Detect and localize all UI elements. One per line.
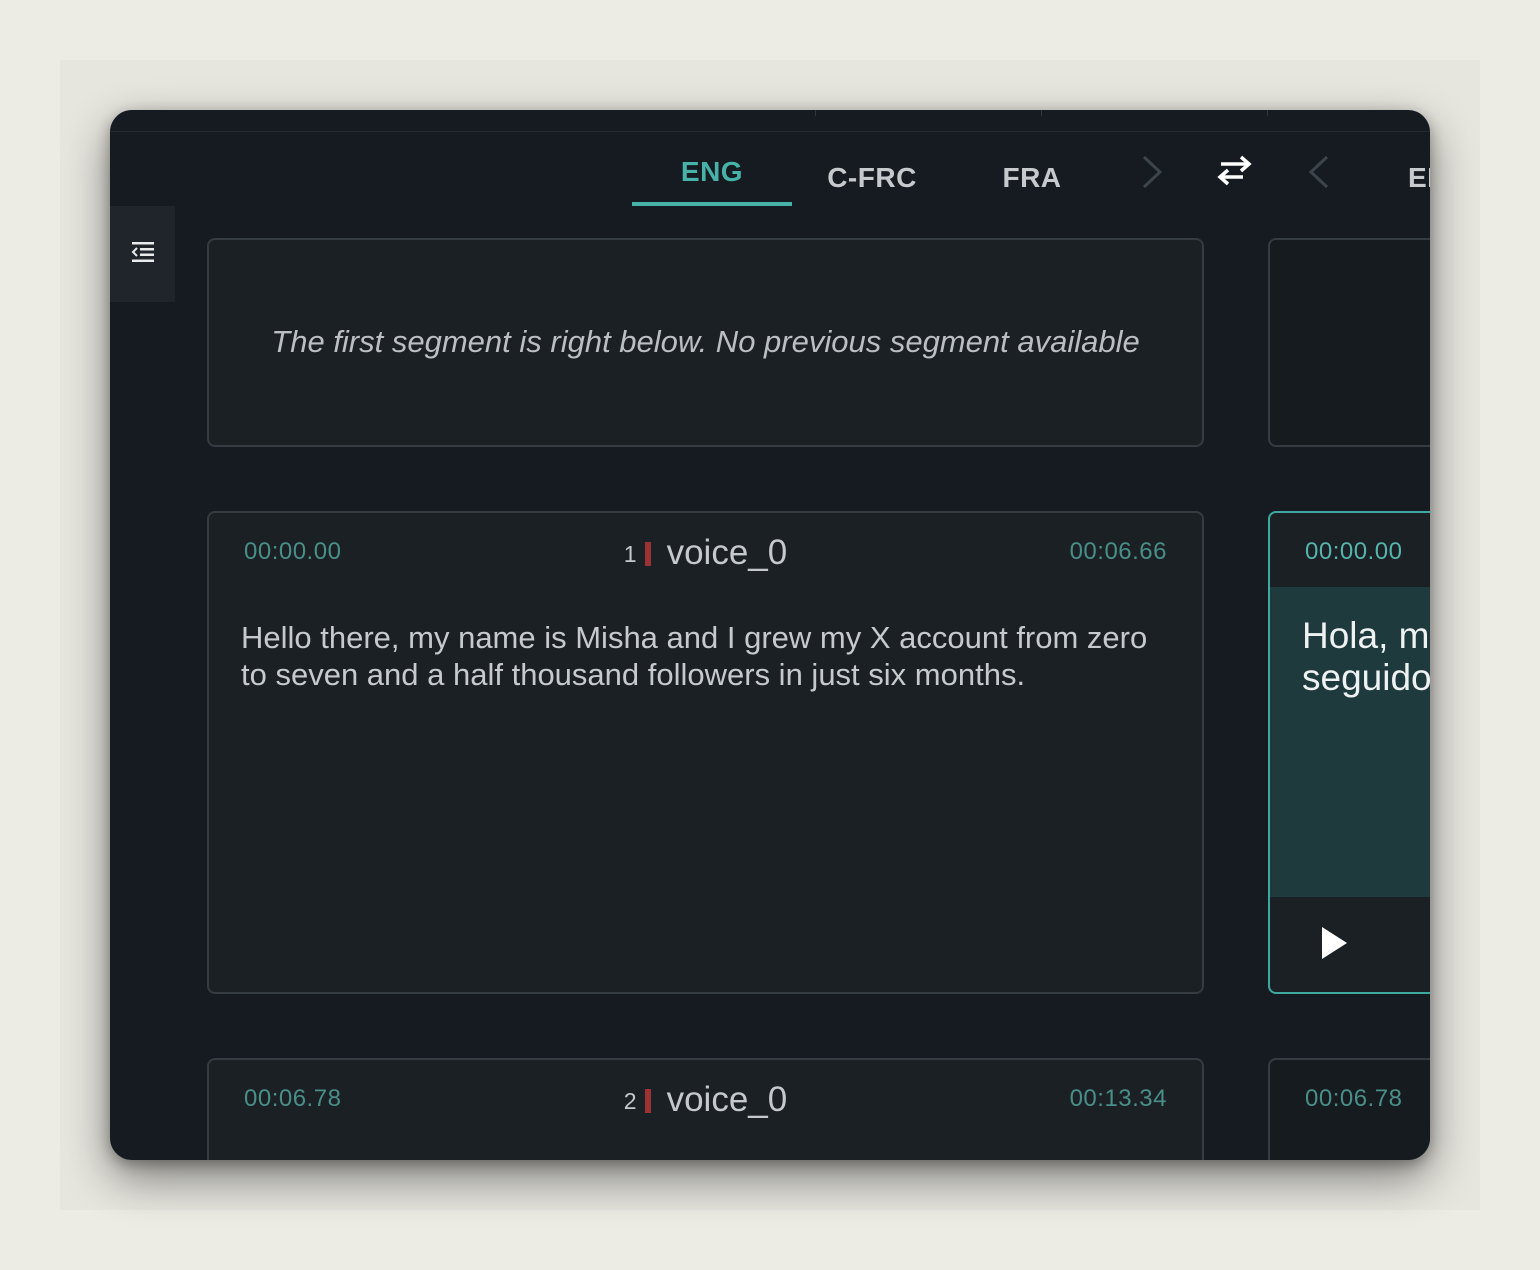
chevron-left-icon[interactable] xyxy=(1305,154,1333,195)
translation-text-area[interactable]: Hola, m seguido xyxy=(1270,587,1430,897)
source-segment-card[interactable]: 00:06.78 2 voice_0 00:13.34 xyxy=(207,1058,1204,1160)
swap-arrows-icon[interactable] xyxy=(1215,154,1255,191)
tab-target-language-label: EN xyxy=(1408,162,1430,193)
segment-index: 2 xyxy=(623,1088,637,1115)
play-icon[interactable] xyxy=(1320,926,1348,965)
tab-c-frc-label: C-FRC xyxy=(827,162,917,193)
sidebar-toggle-button[interactable] xyxy=(110,206,175,302)
active-tab-underline xyxy=(632,202,792,206)
tab-fra[interactable]: FRA xyxy=(982,154,1082,212)
tab-target-language[interactable]: EN xyxy=(1408,154,1430,212)
segment-source-text[interactable]: Hello there, my name is Misha and I grew… xyxy=(241,619,1181,693)
indent-list-icon xyxy=(129,238,157,271)
source-segment-card[interactable]: 00:00.00 1 voice_0 00:06.66 Hello there, … xyxy=(207,511,1204,994)
tab-eng-label: ENG xyxy=(680,156,744,187)
speaker-name[interactable]: voice_0 xyxy=(667,1080,788,1119)
tab-fra-label: FRA xyxy=(1002,162,1062,193)
target-segment-start-time: 00:06.78 xyxy=(1305,1085,1403,1112)
segment-header: 2 voice_0 xyxy=(209,1078,1202,1120)
segment-end-time: 00:13.34 xyxy=(1069,1085,1167,1112)
target-segment-card[interactable]: 00:00.00 Hola, m seguido xyxy=(1268,511,1430,994)
translation-line-2: seguido xyxy=(1302,657,1430,698)
tab-eng[interactable]: ENG xyxy=(632,148,792,206)
target-previous-segment-card xyxy=(1268,238,1430,447)
speaker-color-bar xyxy=(644,1088,651,1113)
previous-segment-card: The first segment is right below. No pre… xyxy=(207,238,1204,447)
top-toolbar-strip xyxy=(110,110,1430,132)
dubbing-editor-window: ENG C-FRC FRA EN xyxy=(110,110,1430,1160)
tab-c-frc[interactable]: C-FRC xyxy=(810,154,934,212)
translation-line-1: Hola, m xyxy=(1302,615,1430,656)
segment-header: 1 voice_0 xyxy=(209,531,1202,573)
translation-text: Hola, m seguido xyxy=(1302,615,1430,699)
target-segment-start-time: 00:00.00 xyxy=(1305,538,1403,565)
segment-end-time: 00:06.66 xyxy=(1069,538,1167,565)
segment-index: 1 xyxy=(623,541,637,568)
speaker-name[interactable]: voice_0 xyxy=(667,533,788,572)
chevron-right-icon[interactable] xyxy=(1138,154,1166,195)
previous-segment-note: The first segment is right below. No pre… xyxy=(271,324,1140,359)
target-segment-card[interactable]: 00:06.78 xyxy=(1268,1058,1430,1160)
speaker-color-bar xyxy=(644,541,651,566)
